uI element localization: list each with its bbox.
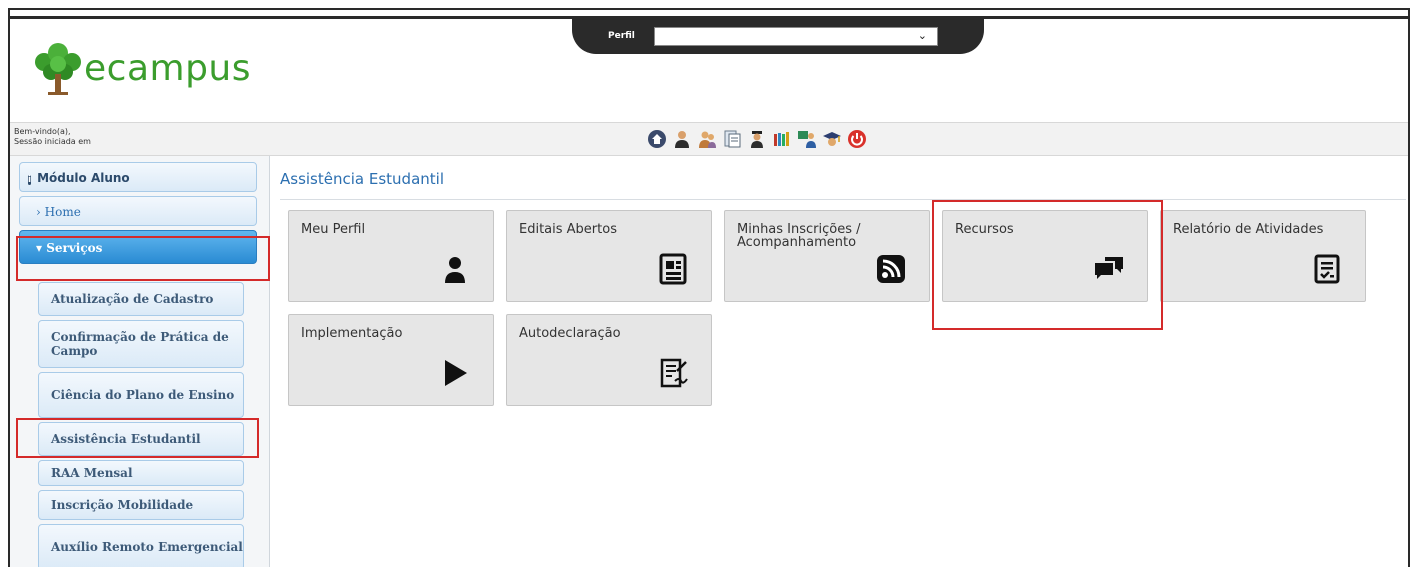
home-label: Home [44, 205, 81, 219]
subitem-label: Inscrição Mobilidade [51, 498, 194, 512]
rss-icon [877, 255, 905, 283]
logo[interactable]: ecampus [28, 42, 278, 98]
tree-logo-icon [35, 43, 81, 95]
logo-text: ecampus [84, 48, 251, 89]
sidebar-module-header[interactable]: i Módulo Aluno [19, 162, 257, 192]
users-icon[interactable] [696, 128, 718, 150]
document-icon[interactable] [721, 128, 743, 150]
subitem-label: Confirmação de Prática de Campo [51, 330, 229, 358]
tile-meu-perfil[interactable]: Meu Perfil [288, 210, 494, 302]
info-icon: i [28, 175, 32, 185]
welcome-text: Bem-vindo(a), Sessão iniciada em [14, 127, 91, 147]
sidebar-subitem-ciencia[interactable]: Ciência do Plano de Ensino [38, 372, 244, 418]
tile-autodeclaracao[interactable]: Autodeclaração [506, 314, 712, 406]
tile-relatorio-atividades[interactable]: Relatório de Atividades [1160, 210, 1366, 302]
page-title: Assistência Estudantil [280, 170, 444, 188]
sidebar-subitem-atualizacao[interactable]: Atualização de Cadastro [38, 282, 244, 316]
divider [280, 199, 1406, 200]
books-icon[interactable] [771, 128, 793, 150]
person-icon [445, 257, 465, 283]
module-label: Módulo Aluno [37, 171, 130, 185]
cap-icon[interactable] [821, 128, 843, 150]
tile-label: Relatório de Atividades [1173, 222, 1324, 237]
session-line: Sessão iniciada em [14, 137, 91, 146]
app-frame: Perfil ⌄ ecampus Bem-vindo(a), Sessão in… [8, 8, 1410, 567]
highlight-assistencia [16, 418, 259, 458]
perfil-select[interactable]: ⌄ [654, 27, 938, 46]
subitem-label: Auxílio Remoto Emergencial [51, 540, 243, 554]
tile-label: Implementação [301, 326, 403, 341]
sidebar-subitem-auxilio[interactable]: Auxílio Remoto Emergencial [38, 524, 244, 567]
home-icon[interactable] [646, 128, 668, 150]
main-content: Assistência Estudantil Meu Perfil Editai… [272, 156, 1408, 567]
subitem-label: Ciência do Plano de Ensino [51, 388, 235, 402]
sidebar-item-home[interactable]: › Home [19, 196, 257, 226]
graduate-icon[interactable] [746, 128, 768, 150]
user-icon[interactable] [671, 128, 693, 150]
tile-editais-abertos[interactable]: Editais Abertos [506, 210, 712, 302]
highlight-recursos [932, 200, 1163, 330]
welcome-bar: Bem-vindo(a), Sessão iniciada em [10, 122, 1408, 156]
play-icon [445, 360, 467, 386]
sidebar: i Módulo Aluno › Home ▾ Serviços Atualiza… [10, 156, 270, 567]
chevron-down-icon: ⌄ [917, 29, 927, 42]
toolbar [646, 128, 868, 150]
perfil-label: Perfil [608, 31, 635, 41]
welcome-line: Bem-vindo(a), [14, 127, 71, 136]
signed-document-icon [660, 358, 688, 388]
tile-label: Minhas Inscrições / Acompanhamento [737, 222, 861, 250]
teacher-icon[interactable] [796, 128, 818, 150]
power-icon[interactable] [846, 128, 868, 150]
tile-minhas-inscricoes[interactable]: Minhas Inscrições / Acompanhamento [724, 210, 930, 302]
subitem-label: Atualização de Cadastro [51, 292, 214, 306]
sidebar-subitem-raa[interactable]: RAA Mensal [38, 460, 244, 486]
tile-label: Autodeclaração [519, 326, 621, 341]
newspaper-icon [659, 253, 687, 285]
checklist-icon [1314, 254, 1340, 284]
perfil-tab: Perfil ⌄ [572, 18, 984, 54]
sidebar-subitem-confirmacao[interactable]: Confirmação de Prática de Campo [38, 320, 244, 368]
tile-implementacao[interactable]: Implementação [288, 314, 494, 406]
chevron-right-icon: › [36, 205, 45, 219]
header: Perfil ⌄ ecampus [10, 10, 1408, 120]
highlight-servicos [16, 236, 270, 281]
tile-label: Meu Perfil [301, 222, 366, 237]
sidebar-subitem-mobilidade[interactable]: Inscrição Mobilidade [38, 490, 244, 520]
tile-label: Editais Abertos [519, 222, 617, 237]
subitem-label: RAA Mensal [51, 466, 133, 480]
